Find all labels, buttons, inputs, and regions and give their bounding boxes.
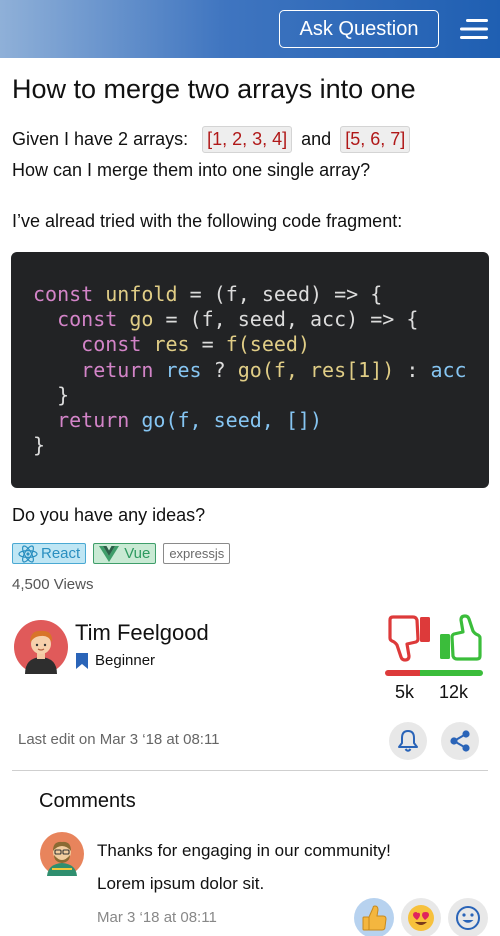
code-token: res (153, 332, 190, 357)
code-token: = (165, 307, 178, 332)
vote-ratio-bar (385, 670, 483, 676)
code-token: = (189, 282, 202, 306)
upvote-count: 12k (439, 682, 469, 702)
code-token: const (33, 282, 94, 306)
top-bar: Ask Question (0, 0, 500, 58)
bell-icon (398, 730, 418, 752)
notify-button[interactable] (389, 722, 427, 760)
heart-eyes-emoji-icon (408, 905, 434, 931)
code-token: return (57, 408, 130, 433)
code-token: res[1]) (310, 357, 395, 382)
tag-react[interactable]: React (12, 543, 87, 564)
vue-icon (99, 545, 120, 562)
code-token: } (57, 382, 70, 407)
reaction-thumbs-up-button[interactable] (354, 898, 394, 936)
share-button[interactable] (441, 722, 479, 760)
code-token: f(seed) (225, 332, 310, 357)
code-token: unfold (105, 282, 178, 306)
code-token: return (81, 357, 154, 382)
inline-code-array-one: [1, 2, 3, 4] (202, 125, 293, 153)
author-rank: Beginner (75, 652, 155, 669)
code-token: = (201, 332, 214, 357)
question-line: How can I merge them into one single arr… (12, 160, 371, 180)
thumbs-up-icon[interactable] (437, 614, 483, 662)
downvote-count: 5k (395, 682, 415, 702)
author-avatar[interactable] (14, 620, 68, 674)
code-token: ? (213, 357, 226, 382)
comment-line: Lorem ipsum dolor sit. (97, 874, 265, 893)
author-name[interactable]: Tim Feelgood (75, 620, 209, 646)
question-line: I’ve alread tried with the following cod… (12, 211, 403, 231)
code-token: : (406, 357, 419, 382)
code-token: (f, seed, acc) (189, 307, 359, 332)
comments-heading: Comments (39, 790, 136, 812)
question-closing: Do you have any ideas? (12, 505, 206, 525)
code-token: } (33, 433, 46, 458)
comment-date: Mar 3 ‘18 at 08:11 (97, 909, 217, 926)
commenter-avatar[interactable] (40, 832, 84, 876)
rank-label: Beginner (95, 652, 156, 669)
reaction-heart-eyes-button[interactable] (401, 898, 441, 936)
react-icon (18, 544, 38, 563)
code-token: go(f, (237, 357, 298, 382)
tag-expressjs[interactable]: expressjs (163, 543, 231, 564)
code-token: => (334, 282, 359, 306)
code-token: { (370, 282, 383, 306)
code-token: (f, seed) (213, 282, 323, 306)
code-token: go(f, seed, []) (141, 408, 323, 433)
comment-body: Thanks for engaging in our community! Lo… (97, 834, 477, 900)
reaction-smile-button[interactable] (448, 898, 488, 936)
bookmark-icon (76, 652, 88, 669)
and-text: and (301, 128, 332, 149)
view-count: 4,500 Views (12, 576, 94, 593)
code-block: const unfold = (f, seed) => { const go =… (11, 252, 489, 488)
divider (12, 770, 488, 771)
thumbs-up-emoji-icon (362, 905, 387, 931)
code-token: go (129, 307, 154, 332)
intro-text: Given I have 2 arrays: (12, 128, 189, 149)
code-token: acc (430, 357, 467, 382)
code-token: { (406, 307, 419, 332)
code-token: const (57, 307, 118, 332)
thumbs-down-icon[interactable] (387, 614, 433, 662)
ask-question-button[interactable]: Ask Question (279, 10, 439, 48)
upvote-share (420, 670, 483, 676)
tag-label: React (41, 545, 81, 562)
share-icon (450, 730, 470, 752)
smile-icon (456, 906, 480, 930)
comment-line: Thanks for engaging in our community! (97, 841, 391, 860)
tag-vue[interactable]: Vue (93, 543, 157, 564)
inline-code-array-two: [5, 6, 7] (340, 125, 411, 153)
question-title: How to merge two arrays into one (12, 74, 416, 104)
hamburger-menu-icon[interactable] (458, 17, 490, 41)
code-token: res (165, 357, 202, 382)
question-intro: Given I have 2 arrays: [1, 2, 3, 4] and … (12, 124, 411, 154)
tag-label: expressjs (169, 546, 225, 561)
downvote-share (385, 670, 421, 676)
code-token: => (370, 307, 395, 332)
tag-list: React Vue expressjs (12, 543, 231, 564)
last-edit-text: Last edit on Mar 3 ‘18 at 08:11 (18, 731, 220, 748)
code-token: const (81, 332, 142, 357)
tag-label: Vue (124, 545, 151, 562)
